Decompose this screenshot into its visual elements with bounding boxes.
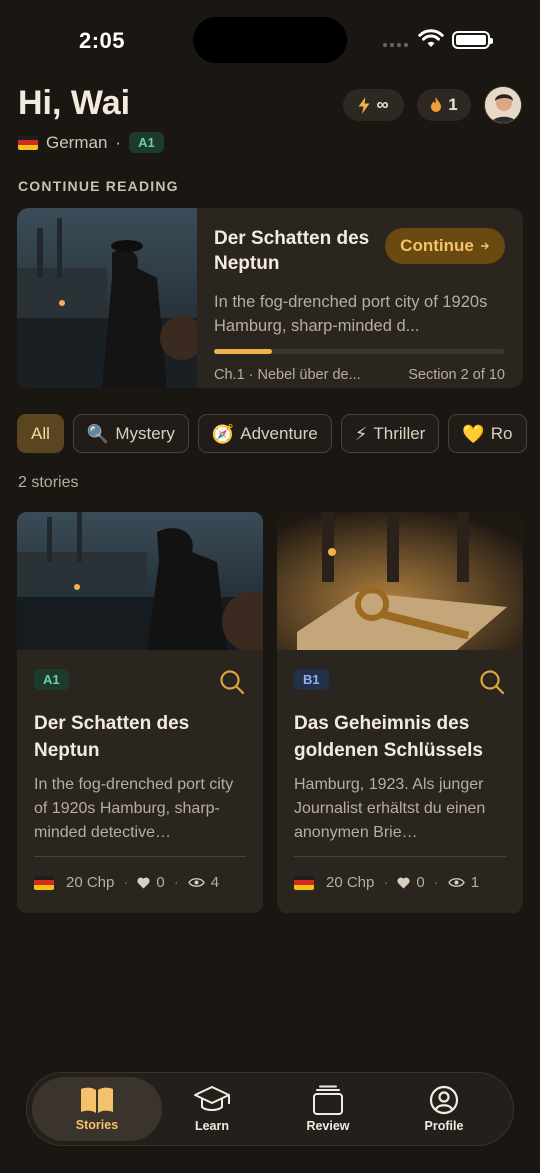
section-progress: Section 2 of 10 [408,367,505,383]
filter-chip-adventure[interactable]: 🧭 Adventure [197,414,332,453]
filter-label: Adventure [240,423,318,443]
level-badge: B1 [294,669,329,690]
nav-item-review[interactable]: Review [263,1077,393,1141]
nav-label: Learn [194,1119,230,1133]
filter-label: Mystery [115,423,175,443]
story-meta: 20 Chp · 0 · 4 [34,874,219,891]
lightning-icon [358,96,370,114]
view-count: 4 [210,874,220,891]
filter-chip-romance[interactable]: 💛 Ro [448,414,527,453]
continue-button[interactable]: Continue [385,228,505,264]
continue-reading-card[interactable]: Der Schatten des Neptun Continue In the … [17,208,523,388]
genre-filter-bar: All 🔍 Mystery 🧭 Adventure ⚡ Thriller 💛 R… [17,414,540,454]
streak-button[interactable]: 1 [417,89,471,121]
separator: · [123,874,129,891]
book-open-icon [81,1087,113,1113]
german-flag-icon [18,135,38,150]
reading-progress-bar [214,349,505,354]
continue-reading-label: CONTINUE READING [18,178,179,194]
wifi-icon [418,29,444,47]
level-badge: A1 [129,132,164,153]
energy-button[interactable]: ∞ [343,89,404,121]
continue-story-description: In the fog-drenched port city of 1920s H… [214,293,488,335]
nav-label: Review [306,1119,350,1133]
battery-icon [452,31,493,49]
avatar[interactable] [484,86,522,124]
eye-icon [447,878,465,887]
streak-count: 1 [448,95,458,114]
story-description: Hamburg, 1923. Als junger Journalist erh… [294,776,486,841]
story-card[interactable]: A1 Der Schatten des Neptun In the fog-dr… [17,512,263,913]
nav-item-profile[interactable]: Profile [379,1077,509,1141]
story-title: Der Schatten des Neptun [34,713,190,761]
arrow-right-icon [480,242,489,250]
stories-count: 2 stories [18,474,79,491]
current-chapter: Ch.1 · Nebel über de... [214,367,361,383]
story-cover-image [17,512,263,650]
cards-stack-icon [313,1085,343,1115]
magnifier-icon: 🔍 [86,423,110,444]
greeting-title: Hi, Wai [18,84,131,122]
filter-chip-thriller[interactable]: ⚡ Thriller [340,414,440,453]
level-badge: A1 [34,669,69,690]
signal-icon [383,43,408,47]
energy-value: ∞ [376,95,389,114]
graduation-cap-icon [194,1086,230,1111]
story-description: In the fog-drenched port city of 1920s H… [34,776,234,841]
nav-item-stories[interactable]: Stories [32,1077,162,1141]
filter-label: Thriller [373,423,426,443]
like-count: 0 [416,874,425,891]
heart-icon [397,877,410,888]
avatar-image [485,87,521,123]
filter-label: Ro [490,423,513,443]
compass-icon: 🧭 [211,423,235,444]
bottom-navigation: Stories Learn Review Profile [26,1072,514,1146]
like-count: 0 [156,874,165,891]
separator: · [383,874,389,891]
dynamic-island [193,17,347,63]
nav-label: Stories [75,1118,119,1132]
story-meta: 20 Chp · 0 · 1 [294,874,479,891]
filter-chip-all[interactable]: All [17,414,64,453]
eye-icon [187,878,205,887]
german-flag-icon [294,875,314,890]
chapter-count: 20 Chp [326,874,375,891]
separator: · [115,132,122,152]
status-bar: 2:05 [0,0,540,80]
view-count: 1 [470,874,480,891]
language-label: German [46,132,108,152]
nav-item-learn[interactable]: Learn [147,1077,277,1141]
divider [34,856,246,857]
status-time: 2:05 [79,28,126,53]
profile-icon [429,1085,459,1115]
continue-story-title: Der Schatten des Neptun [214,228,370,274]
search-icon[interactable] [479,669,505,695]
language-row[interactable]: German · A1 [18,132,164,153]
separator: · [433,874,439,891]
nav-label: Profile [424,1119,464,1133]
chapter-count: 20 Chp [66,874,115,891]
flame-icon [431,97,442,112]
heart-icon [137,877,150,888]
german-flag-icon [34,875,54,890]
separator: · [173,874,179,891]
filter-label: All [31,423,50,443]
story-title: Das Geheimnis des goldenen Schlüssels [294,713,483,761]
story-cover-image [277,512,523,650]
lightning-icon: ⚡ [354,423,368,444]
divider [294,856,506,857]
continue-button-label: Continue [400,236,474,255]
story-cover-image [17,208,197,388]
search-icon[interactable] [219,669,245,695]
heart-icon: 💛 [462,423,485,444]
filter-chip-mystery[interactable]: 🔍 Mystery [72,414,189,453]
story-card[interactable]: B1 Das Geheimnis des goldenen Schlüssels… [277,512,523,913]
reading-progress-fill [214,349,273,354]
